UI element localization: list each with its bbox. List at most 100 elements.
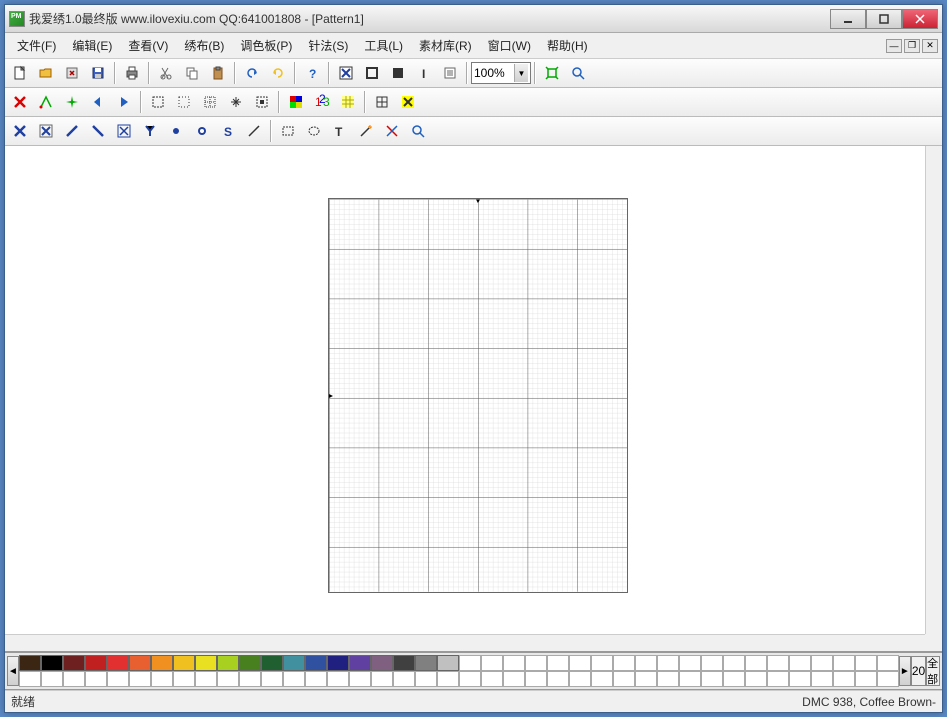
rect-select-button[interactable] — [276, 119, 300, 143]
palette-button[interactable] — [284, 90, 308, 114]
color-swatch[interactable] — [283, 655, 305, 671]
color-swatch[interactable] — [239, 655, 261, 671]
color-swatch[interactable] — [107, 655, 129, 671]
pick-button[interactable] — [34, 90, 58, 114]
empty-swatch[interactable] — [591, 671, 613, 687]
grid2-button[interactable] — [336, 90, 360, 114]
pattern-button[interactable] — [250, 90, 274, 114]
cut-tool-button[interactable] — [380, 119, 404, 143]
empty-swatch[interactable] — [767, 671, 789, 687]
horizontal-scrollbar[interactable] — [5, 634, 925, 651]
cross-outline-button[interactable] — [34, 119, 58, 143]
box-button[interactable] — [360, 61, 384, 85]
half-stitch2-button[interactable] — [86, 119, 110, 143]
empty-swatch[interactable] — [503, 671, 525, 687]
empty-swatch[interactable] — [525, 671, 547, 687]
empty-swatch[interactable] — [261, 671, 283, 687]
vertical-scrollbar[interactable] — [925, 146, 942, 634]
empty-swatch[interactable] — [569, 655, 591, 671]
color-swatch[interactable] — [19, 655, 41, 671]
new-file-button[interactable] — [8, 61, 32, 85]
select-dash-button[interactable] — [146, 90, 170, 114]
color-swatch[interactable] — [349, 655, 371, 671]
copy-button[interactable] — [180, 61, 204, 85]
zoom-button[interactable] — [566, 61, 590, 85]
color-swatch[interactable] — [85, 655, 107, 671]
select-dot-button[interactable] — [172, 90, 196, 114]
numbers-button[interactable]: 123 — [310, 90, 334, 114]
empty-swatch[interactable] — [327, 671, 349, 687]
empty-swatch[interactable] — [217, 671, 239, 687]
ellipse-select-button[interactable] — [302, 119, 326, 143]
empty-swatch[interactable] — [459, 655, 481, 671]
empty-swatch[interactable] — [503, 655, 525, 671]
empty-swatch[interactable] — [195, 671, 217, 687]
empty-swatch[interactable] — [657, 671, 679, 687]
cut-button[interactable] — [154, 61, 178, 85]
y-stitch-button[interactable] — [138, 119, 162, 143]
empty-swatch[interactable] — [239, 671, 261, 687]
empty-swatch[interactable] — [833, 671, 855, 687]
color-swatch[interactable] — [217, 655, 239, 671]
color-swatch[interactable] — [151, 655, 173, 671]
color-swatch[interactable] — [437, 655, 459, 671]
empty-swatch[interactable] — [855, 655, 877, 671]
color-swatch[interactable] — [195, 655, 217, 671]
magnify-tool-button[interactable] — [406, 119, 430, 143]
print-button[interactable] — [120, 61, 144, 85]
empty-swatch[interactable] — [349, 671, 371, 687]
mdi-close-button[interactable]: ✕ — [922, 39, 938, 53]
empty-swatch[interactable] — [855, 671, 877, 687]
play-button[interactable] — [112, 90, 136, 114]
empty-swatch[interactable] — [547, 655, 569, 671]
empty-swatch[interactable] — [635, 655, 657, 671]
menu-stitch[interactable]: 针法(S) — [300, 35, 356, 56]
redo-button[interactable] — [266, 61, 290, 85]
zoom-select[interactable]: 100% ▼ — [471, 62, 531, 84]
empty-swatch[interactable] — [877, 655, 899, 671]
fill-button[interactable] — [386, 61, 410, 85]
list-button[interactable] — [438, 61, 462, 85]
empty-swatch[interactable] — [85, 671, 107, 687]
minimize-button[interactable] — [830, 9, 866, 29]
half-stitch1-button[interactable] — [60, 119, 84, 143]
empty-swatch[interactable] — [19, 671, 41, 687]
menu-palette[interactable]: 调色板(P) — [232, 35, 300, 56]
mdi-minimize-button[interactable]: ― — [886, 39, 902, 53]
wand-tool-button[interactable] — [354, 119, 378, 143]
back-button[interactable] — [86, 90, 110, 114]
empty-swatch[interactable] — [613, 671, 635, 687]
empty-swatch[interactable] — [173, 671, 195, 687]
empty-swatch[interactable] — [393, 671, 415, 687]
empty-swatch[interactable] — [107, 671, 129, 687]
cross-tool-button[interactable] — [8, 119, 32, 143]
bead-button[interactable] — [190, 119, 214, 143]
menu-library[interactable]: 素材库(R) — [411, 35, 480, 56]
quarter-stitch-button[interactable] — [112, 119, 136, 143]
menu-fabric[interactable]: 绣布(B) — [176, 35, 232, 56]
empty-swatch[interactable] — [679, 655, 701, 671]
paste-button[interactable] — [206, 61, 230, 85]
color-swatch[interactable] — [63, 655, 85, 671]
empty-swatch[interactable] — [635, 671, 657, 687]
empty-swatch[interactable] — [591, 655, 613, 671]
empty-swatch[interactable] — [657, 655, 679, 671]
empty-swatch[interactable] — [547, 671, 569, 687]
delete-button[interactable] — [8, 90, 32, 114]
empty-swatch[interactable] — [811, 655, 833, 671]
empty-swatch[interactable] — [41, 671, 63, 687]
empty-swatch[interactable] — [151, 671, 173, 687]
mdi-restore-button[interactable]: ❐ — [904, 39, 920, 53]
menu-window[interactable]: 窗口(W) — [480, 35, 539, 56]
empty-swatch[interactable] — [745, 655, 767, 671]
empty-swatch[interactable] — [481, 655, 503, 671]
text-tool-button[interactable]: T — [328, 119, 352, 143]
star-button[interactable] — [224, 90, 248, 114]
empty-swatch[interactable] — [283, 671, 305, 687]
empty-swatch[interactable] — [525, 655, 547, 671]
undo-button[interactable] — [240, 61, 264, 85]
info-button[interactable]: I — [412, 61, 436, 85]
empty-swatch[interactable] — [877, 671, 899, 687]
empty-swatch[interactable] — [679, 671, 701, 687]
sparkle-button[interactable] — [60, 90, 84, 114]
